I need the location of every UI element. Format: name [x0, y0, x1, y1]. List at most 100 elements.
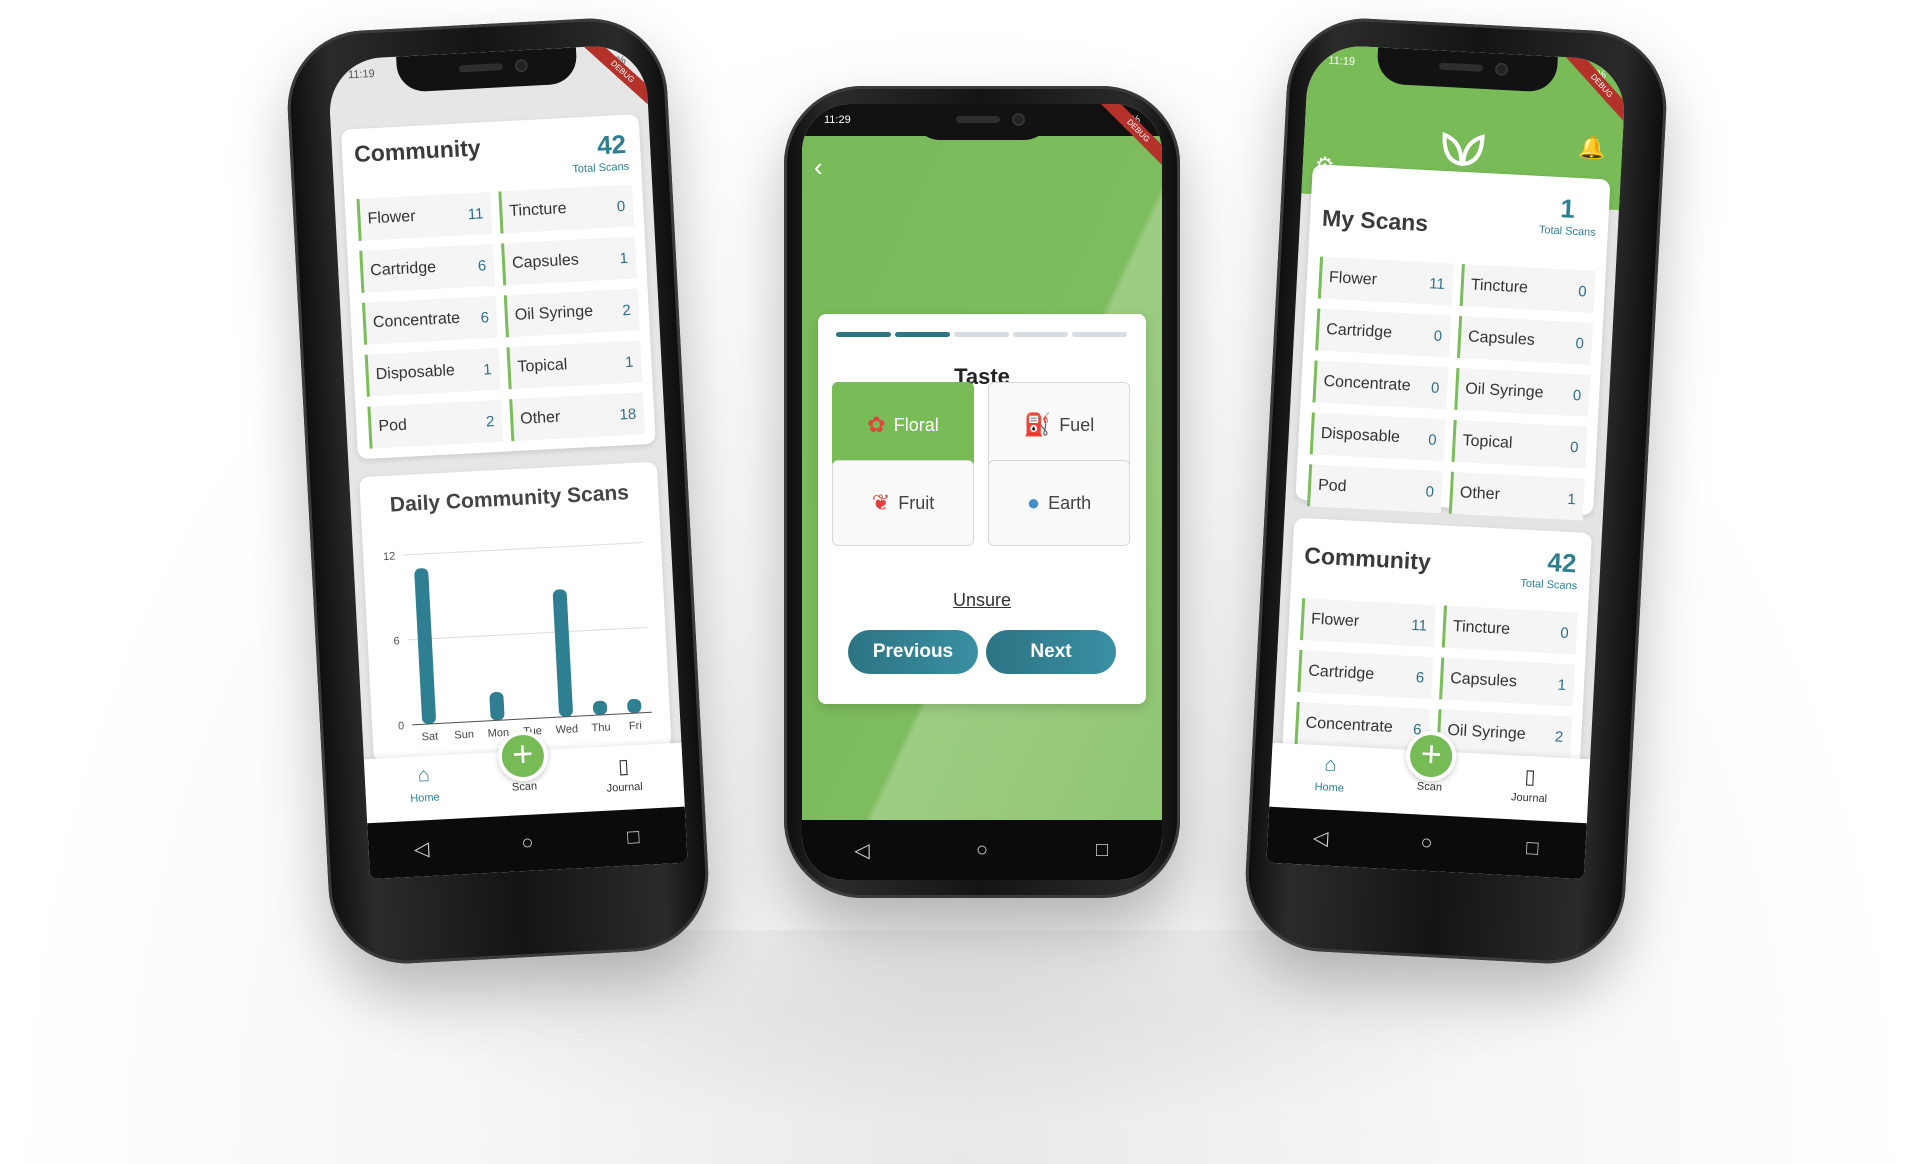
category-cell-other[interactable]: Other 1 [1448, 471, 1585, 521]
tab-journal[interactable]: ▯ Journal [578, 751, 670, 796]
category-count: 0 [1430, 379, 1440, 397]
tab-scan-label: Scan [511, 780, 538, 794]
category-cell-other[interactable]: Other 18 [509, 392, 646, 442]
category-cell-cartridge[interactable]: Cartridge 0 [1315, 308, 1452, 358]
notch [396, 47, 578, 93]
category-label: Concentrate [1305, 714, 1394, 736]
daily-chart-card: Daily Community Scans 0 6 12 Sat Sun Mon Tue We… [359, 461, 672, 763]
center-phone-screen: 11:29 68% DEBUG ‹ Taste ✿Floral⛽Fuel❦Fru… [802, 104, 1162, 880]
card-title: Community [353, 134, 482, 168]
gridline [403, 541, 643, 556]
category-count: 0 [1427, 430, 1438, 449]
back-nav-icon[interactable]: ◁ [849, 837, 875, 863]
category-cell-flower[interactable]: Flower 11 [1299, 598, 1437, 648]
back-chevron-icon[interactable]: ‹ [814, 152, 823, 183]
bar-sat [414, 568, 436, 724]
bar-mon [489, 691, 505, 721]
category-cell-topical[interactable]: Topical 1 [506, 340, 643, 390]
category-count: 0 [1433, 327, 1443, 345]
category-label: Flower [367, 207, 416, 228]
category-count: 11 [467, 204, 484, 223]
category-count: 11 [1410, 616, 1428, 635]
home-nav-icon[interactable]: ○ [514, 829, 541, 856]
progress-segment [954, 332, 1009, 337]
category-count: 0 [1577, 282, 1588, 301]
category-cell-oil-syringe[interactable]: Oil Syringe 0 [1454, 367, 1591, 417]
recents-nav-icon[interactable]: □ [1519, 835, 1546, 862]
category-label: Flower [1328, 269, 1378, 289]
fuel-can-icon: ⛽ [1023, 412, 1052, 437]
tab-journal-label: Journal [1510, 791, 1548, 806]
category-cell-cartridge[interactable]: Cartridge 6 [1297, 650, 1434, 699]
category-cell-oil-syringe[interactable]: Oil Syringe 2 [503, 288, 640, 338]
tab-journal[interactable]: ▯ Journal [1484, 762, 1576, 807]
quiz-progress-bar [836, 332, 1127, 337]
category-cell-flower[interactable]: Flower 11 [1317, 256, 1454, 306]
category-cell-capsules[interactable]: Capsules 1 [501, 236, 638, 286]
category-count: 0 [1572, 386, 1582, 404]
category-cell-tincture[interactable]: Tincture 0 [1459, 263, 1596, 313]
category-cell-capsules[interactable]: Capsules 0 [1456, 315, 1593, 365]
category-cell-oil-syringe[interactable]: Oil Syringe 2 [1436, 709, 1573, 759]
recents-nav-icon[interactable]: □ [620, 824, 647, 851]
progress-segment [836, 332, 891, 337]
recents-nav-icon[interactable]: □ [1089, 837, 1115, 863]
category-cell-concentrate[interactable]: Concentrate 6 [361, 295, 498, 345]
bell-icon[interactable]: 🔔 [1578, 134, 1607, 161]
earth-globe-icon: ● [1026, 490, 1041, 515]
card-title: Community [1303, 542, 1432, 575]
right-phone: 11:19 68% DEBUG ⚙ 🔔 My Scans 1 Total Sca… [1241, 14, 1671, 968]
category-cell-pod[interactable]: Pod 2 [367, 399, 504, 449]
taste-option-fuel[interactable]: ⛽ Fuel [988, 382, 1130, 468]
total-scans-label: Total Scans [1520, 577, 1578, 593]
category-cell-disposable[interactable]: Disposable 1 [364, 347, 501, 397]
category-label: Flower [1310, 610, 1360, 631]
category-label: Oil Syringe [514, 302, 594, 324]
taste-option-label: Floral [893, 414, 939, 435]
total-scans-label: Total Scans [572, 160, 630, 176]
tab-scan[interactable]: Scan [479, 779, 570, 796]
android-nav-bar: ◁ ○ □ [802, 820, 1162, 880]
unsure-link[interactable]: Unsure [818, 590, 1146, 611]
category-cell-tincture[interactable]: Tincture 0 [1441, 605, 1578, 655]
back-nav-icon[interactable]: ◁ [408, 835, 435, 862]
taste-option-earth[interactable]: ● Earth [988, 460, 1130, 546]
category-count: 6 [1415, 668, 1425, 687]
taste-option-floral[interactable]: ✿ Floral [832, 382, 974, 468]
category-cell-capsules[interactable]: Capsules 1 [1439, 657, 1576, 707]
category-label: Capsules [511, 251, 580, 272]
category-label: Capsules [1449, 669, 1518, 691]
status-time: 11:29 [824, 114, 851, 126]
category-label: Tincture [1452, 618, 1511, 639]
category-count: 2 [485, 412, 495, 431]
notch [912, 104, 1052, 140]
category-cell-flower[interactable]: Flower 11 [356, 191, 493, 241]
category-cell-pod[interactable]: Pod 0 [1306, 464, 1444, 514]
category-label: Oil Syringe [1447, 721, 1527, 743]
tab-home[interactable]: ⌂ Home [1284, 751, 1376, 796]
tab-scan[interactable]: Scan [1384, 779, 1475, 796]
category-cell-concentrate[interactable]: Concentrate 0 [1312, 360, 1449, 410]
category-label: Disposable [375, 362, 456, 384]
progress-segment [1072, 332, 1127, 337]
taste-option-fruit[interactable]: ❦ Fruit [832, 460, 974, 546]
gridline [407, 626, 648, 641]
y-tick-label: 12 [383, 550, 396, 563]
category-cell-cartridge[interactable]: Cartridge 6 [359, 243, 496, 293]
category-cell-disposable[interactable]: Disposable 0 [1309, 412, 1446, 462]
floor-reflection [300, 930, 1620, 1130]
category-label: Topical [1462, 432, 1513, 452]
category-count: 18 [619, 405, 637, 424]
left-phone-screen: 11:19 68% DEBUG Community 42 Total Scans… [327, 43, 688, 880]
home-nav-icon[interactable]: ○ [1413, 829, 1440, 856]
home-nav-icon[interactable]: ○ [969, 837, 995, 863]
next-button[interactable]: Next [986, 630, 1116, 674]
tab-home[interactable]: ⌂ Home [378, 762, 470, 807]
category-cell-tincture[interactable]: Tincture 0 [498, 184, 635, 234]
category-count: 2 [1554, 728, 1564, 746]
previous-button[interactable]: Previous [848, 630, 978, 674]
back-nav-icon[interactable]: ◁ [1307, 824, 1334, 851]
category-count: 0 [616, 197, 626, 215]
category-label: Topical [517, 356, 568, 376]
category-cell-topical[interactable]: Topical 0 [1451, 419, 1588, 469]
